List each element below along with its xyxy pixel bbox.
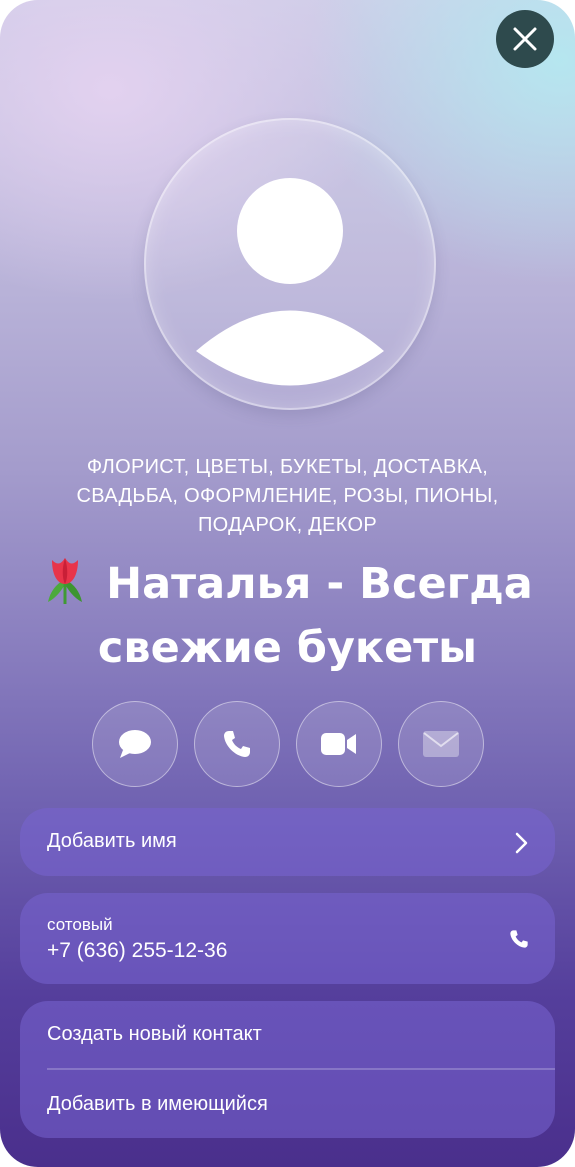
close-icon <box>513 27 537 51</box>
phone-row[interactable]: сотовый +7 (636) 255-12-36 <box>20 893 555 984</box>
contact-name-line-1: Наталья - Всегда <box>20 552 555 616</box>
add-name-row[interactable]: Добавить имя <box>20 808 555 876</box>
divider <box>47 1068 555 1070</box>
add-name-label: Добавить имя <box>47 830 177 852</box>
quick-actions <box>92 701 484 787</box>
close-button[interactable] <box>496 10 554 68</box>
video-button[interactable] <box>296 701 382 787</box>
avatar <box>144 118 436 410</box>
phone-icon <box>224 731 250 757</box>
tulip-icon <box>48 558 83 604</box>
person-placeholder-icon <box>196 178 384 386</box>
contact-card-screen: ФЛОРИСТ, ЦВЕТЫ, БУКЕТЫ, ДОСТАВКА, СВАДЬБ… <box>0 0 575 1167</box>
add-to-existing-button[interactable]: Добавить в имеющийся <box>47 1093 268 1116</box>
contact-actions-group: Создать новый контакт Добавить в имеющий… <box>20 1001 555 1138</box>
categories-line: СВАДЬБА, ОФОРМЛЕНИЕ, РОЗЫ, ПИОНЫ, <box>76 485 499 507</box>
phone-type-label: сотовый <box>47 915 113 934</box>
contact-name-line-2: свежие букеты <box>97 623 478 673</box>
chevron-right-icon <box>515 832 528 854</box>
mail-button[interactable] <box>398 701 484 787</box>
categories-line: ПОДАРОК, ДЕКОР <box>197 514 377 536</box>
message-button[interactable] <box>92 701 178 787</box>
phone-number: +7 (636) 255-12-36 <box>47 939 228 962</box>
phone-icon[interactable] <box>509 929 529 949</box>
video-camera-icon <box>321 733 356 755</box>
contact-name-text: Наталья - Всегда <box>106 559 533 609</box>
call-button[interactable] <box>194 701 280 787</box>
categories-line: ФЛОРИСТ, ЦВЕТЫ, БУКЕТЫ, ДОСТАВКА, <box>86 456 489 478</box>
business-categories: ФЛОРИСТ, ЦВЕТЫ, БУКЕТЫ, ДОСТАВКА, СВАДЬБ… <box>20 453 555 540</box>
envelope-icon <box>423 731 459 757</box>
create-new-contact-button[interactable]: Создать новый контакт <box>47 1023 262 1046</box>
message-bubble-icon <box>119 730 151 758</box>
contact-name: Наталья - Всегда свежие букеты <box>20 552 555 680</box>
